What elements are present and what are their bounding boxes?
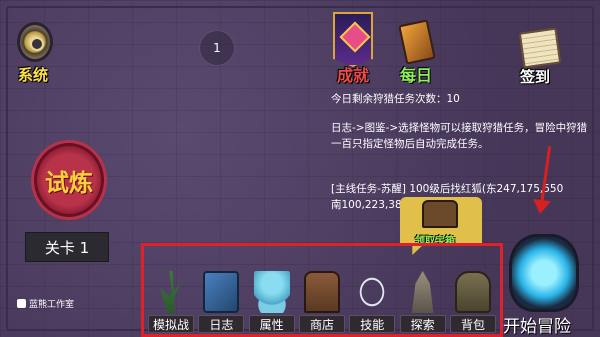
rock-icon	[411, 271, 434, 313]
level-label: 关卡 1	[25, 232, 109, 262]
sign-in-scroll-icon[interactable]	[518, 27, 562, 69]
skill-icon	[354, 271, 391, 313]
achievement-label[interactable]: 成就	[337, 62, 369, 86]
start-adventure-label[interactable]: 开始冒险	[503, 312, 571, 337]
tool-simulate[interactable]: 模拟战	[147, 271, 195, 333]
tool-label: 属性	[248, 315, 295, 333]
studio-logo-icon	[17, 299, 26, 308]
trial-button[interactable]: 试炼	[34, 143, 104, 217]
gear-icon[interactable]	[17, 22, 53, 62]
tool-label: 商店	[298, 315, 345, 333]
chest-icon	[303, 271, 340, 313]
bear-icon	[253, 271, 290, 313]
tool-log[interactable]: 日志	[197, 271, 245, 333]
bottom-toolbar: 模拟战 日志 属性 商店 技能 探索 背包	[143, 258, 501, 337]
tool-skills[interactable]: 技能	[348, 271, 396, 333]
plant-icon	[160, 271, 180, 313]
red-arrow-head	[531, 198, 551, 216]
tool-label: 日志	[198, 315, 245, 333]
hunt-remaining-text: 今日剩余狩猎任务次数：10	[331, 93, 460, 105]
tool-label: 模拟战	[148, 315, 194, 333]
achievement-banner-icon[interactable]	[333, 12, 373, 67]
tool-label: 探索	[399, 315, 446, 333]
daily-label[interactable]: 每日	[400, 62, 432, 86]
tool-explore[interactable]: 探索	[399, 271, 447, 333]
start-gem-icon[interactable]	[509, 234, 579, 312]
log-hint-text: 日志->图鉴->选择怪物可以接取狩猎任务，冒险中狩猎一百只指定怪物后自动完成任务…	[331, 122, 588, 150]
tool-label: 背包	[449, 315, 496, 333]
tool-backpack[interactable]: 背包	[449, 271, 497, 333]
bag-icon	[454, 271, 491, 313]
studio-credit: 蓝熊工作室	[17, 297, 74, 310]
system-label[interactable]: 系统	[18, 64, 48, 85]
book-icon	[203, 271, 240, 313]
sign-in-label[interactable]: 签到	[520, 66, 550, 87]
studio-label: 蓝熊工作室	[29, 300, 75, 310]
tool-attributes[interactable]: 属性	[248, 271, 296, 333]
chest-icon[interactable]	[422, 200, 458, 228]
tool-shop[interactable]: 商店	[298, 271, 346, 333]
counter-circle: 1	[199, 30, 235, 66]
tool-label: 技能	[349, 315, 396, 333]
